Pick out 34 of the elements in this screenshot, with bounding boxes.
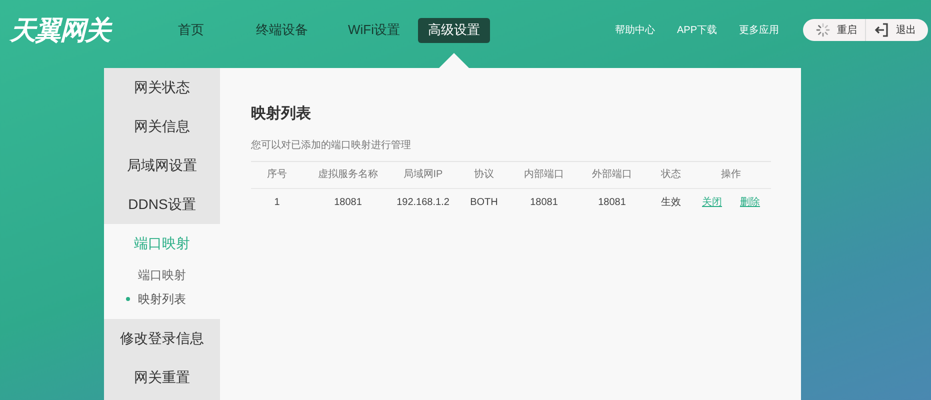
sidebar-item[interactable]: 网关状态 bbox=[104, 68, 220, 107]
sidebar-item[interactable]: 局域网设置 bbox=[104, 146, 220, 185]
nav-tab[interactable]: 高级设置 bbox=[418, 18, 490, 42]
sidebar-item[interactable]: 网关重置 bbox=[104, 358, 220, 397]
section-description: 您可以对已添加的端口映射进行管理 bbox=[251, 138, 412, 152]
column-header: 虚拟服务名称 bbox=[317, 168, 379, 182]
nav-tab[interactable]: 终端设备 bbox=[234, 18, 330, 42]
sidebar-item[interactable]: DDNS设置 bbox=[104, 185, 220, 224]
column-header: 协议 bbox=[473, 168, 495, 182]
nav-tab[interactable]: 首页 bbox=[156, 18, 226, 42]
column-header: 内部端口 bbox=[523, 168, 565, 182]
table-cell-text: 18081 bbox=[333, 196, 363, 210]
nav-tab[interactable]: WiFi设置 bbox=[338, 18, 410, 42]
logout-button[interactable]: 退出 bbox=[865, 19, 924, 41]
logout-icon bbox=[874, 22, 890, 38]
section-title: 映射列表 bbox=[251, 104, 312, 124]
loading-icon bbox=[815, 22, 832, 38]
column-header: 操作 bbox=[720, 168, 742, 182]
sidebar-item[interactable]: 网关信息 bbox=[104, 107, 220, 146]
column-header: 局域网IP bbox=[402, 168, 444, 182]
table-cell-text: 生效 bbox=[660, 196, 682, 210]
sidebar-item[interactable]: 修改登录信息 bbox=[104, 319, 220, 358]
column-header: 状态 bbox=[660, 168, 682, 182]
table-cell-text: 192.168.1.2 bbox=[396, 196, 450, 210]
submenu-item[interactable]: 端口映射 bbox=[138, 266, 186, 284]
logo: 天翼网关 bbox=[10, 10, 130, 50]
table-cell-text: 1 bbox=[273, 196, 281, 210]
column-header: 序号 bbox=[266, 168, 288, 182]
table-cell-text: BOTH bbox=[469, 196, 499, 210]
restart-button[interactable]: 重启 bbox=[807, 19, 866, 41]
column-header: 外部端口 bbox=[591, 168, 633, 182]
submenu-item[interactable]: 映射列表 bbox=[138, 290, 186, 308]
table-cell-text: 18081 bbox=[597, 196, 627, 210]
table-cell-text: 18081 bbox=[529, 196, 559, 210]
